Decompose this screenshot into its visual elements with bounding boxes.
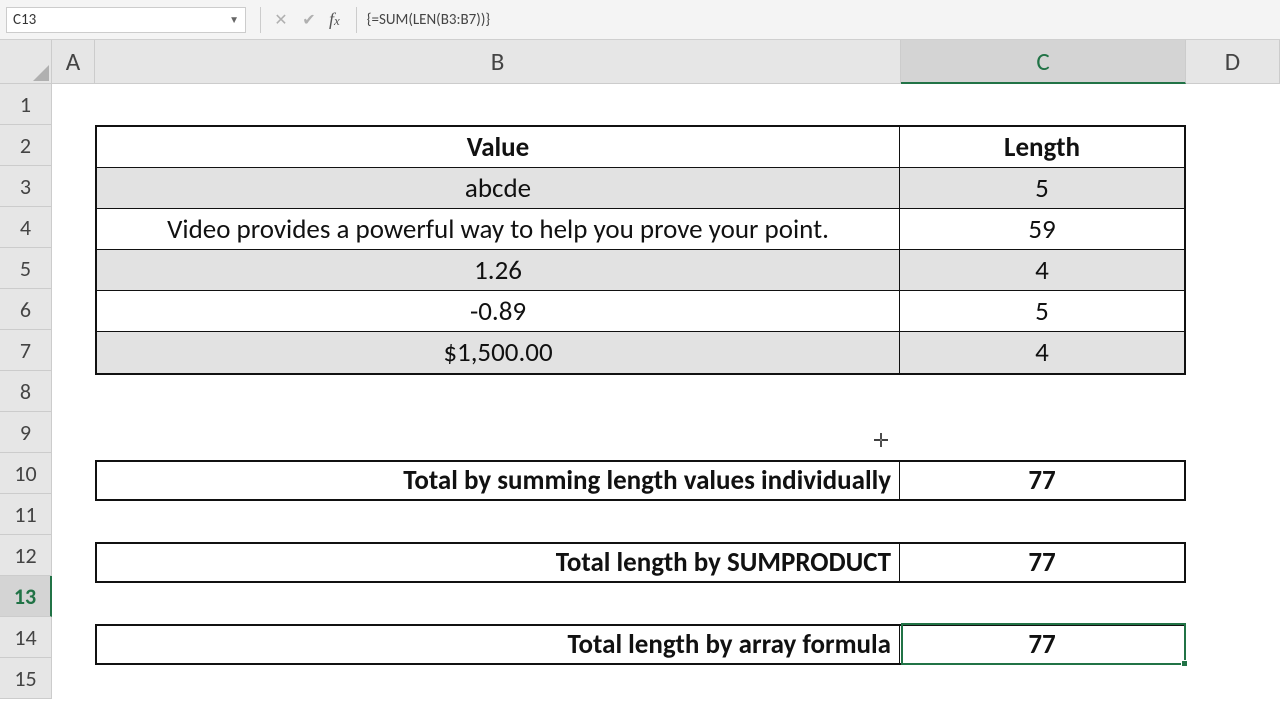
total-value[interactable]: 77 xyxy=(900,626,1184,663)
row-header-12[interactable]: 12 xyxy=(0,535,52,576)
total-value[interactable]: 77 xyxy=(900,462,1184,499)
column-header-C[interactable]: C xyxy=(901,40,1186,84)
row-headers: 123456789101112131415 xyxy=(0,84,52,699)
total-row: Total length by array formula 77 xyxy=(95,624,1186,665)
spreadsheet-grid: ABCD 123456789101112131415 Value Length … xyxy=(0,40,1280,720)
cell-value[interactable]: 1.26 xyxy=(97,250,900,291)
row-header-13[interactable]: 13 xyxy=(0,576,52,617)
cell-cursor-icon xyxy=(874,433,888,452)
row-header-10[interactable]: 10 xyxy=(0,453,52,494)
row-header-14[interactable]: 14 xyxy=(0,617,52,658)
row-header-11[interactable]: 11 xyxy=(0,494,52,535)
row-header-3[interactable]: 3 xyxy=(0,166,52,207)
row-header-8[interactable]: 8 xyxy=(0,371,52,412)
row-header-9[interactable]: 9 xyxy=(0,412,52,453)
col-header-value: Value xyxy=(97,127,900,168)
total-label[interactable]: Total by summing length values individua… xyxy=(97,462,900,499)
cell-value[interactable]: abcde xyxy=(97,168,900,209)
cell-length[interactable]: 5 xyxy=(900,168,1184,209)
fx-icon[interactable]: fx xyxy=(329,9,340,30)
cell-length[interactable]: 4 xyxy=(900,332,1184,373)
total-row: Total by summing length values individua… xyxy=(95,460,1186,501)
cell-length[interactable]: 4 xyxy=(900,250,1184,291)
row-header-7[interactable]: 7 xyxy=(0,330,52,371)
enter-icon[interactable]: ✔ xyxy=(297,8,321,32)
separator xyxy=(260,7,261,33)
row-header-5[interactable]: 5 xyxy=(0,248,52,289)
formula-bar: C13 ▼ ✕ ✔ fx {=SUM(LEN(B3:B7))} xyxy=(0,0,1280,40)
cell-value[interactable]: Video provides a powerful way to help yo… xyxy=(97,209,900,250)
cell-value[interactable]: -0.89 xyxy=(97,291,900,332)
row-header-6[interactable]: 6 xyxy=(0,289,52,330)
chevron-down-icon[interactable]: ▼ xyxy=(229,13,239,26)
cells-area[interactable]: Value Length abcde 5 Video provides a po… xyxy=(52,84,1280,720)
name-box[interactable]: C13 ▼ xyxy=(6,7,246,33)
row-header-1[interactable]: 1 xyxy=(0,84,52,125)
total-label[interactable]: Total length by array formula xyxy=(97,626,900,663)
column-headers: ABCD xyxy=(52,40,1280,84)
total-value[interactable]: 77 xyxy=(900,544,1184,581)
cell-length[interactable]: 5 xyxy=(900,291,1184,332)
total-row: Total length by SUMPRODUCT 77 xyxy=(95,542,1186,583)
select-all-corner[interactable] xyxy=(0,40,52,84)
cell-value[interactable]: $1,500.00 xyxy=(97,332,900,373)
column-header-D[interactable]: D xyxy=(1186,40,1280,84)
column-header-B[interactable]: B xyxy=(95,40,901,84)
formula-input[interactable]: {=SUM(LEN(B3:B7))} xyxy=(363,11,1280,29)
total-label[interactable]: Total length by SUMPRODUCT xyxy=(97,544,900,581)
row-header-2[interactable]: 2 xyxy=(0,125,52,166)
cell-length[interactable]: 59 xyxy=(900,209,1184,250)
cancel-icon[interactable]: ✕ xyxy=(269,8,293,32)
data-table: Value Length abcde 5 Video provides a po… xyxy=(95,125,1186,375)
column-header-A[interactable]: A xyxy=(52,40,95,84)
col-header-length: Length xyxy=(900,127,1184,168)
row-header-15[interactable]: 15 xyxy=(0,658,52,699)
name-box-value: C13 xyxy=(13,11,36,29)
separator xyxy=(356,7,357,33)
row-header-4[interactable]: 4 xyxy=(0,207,52,248)
